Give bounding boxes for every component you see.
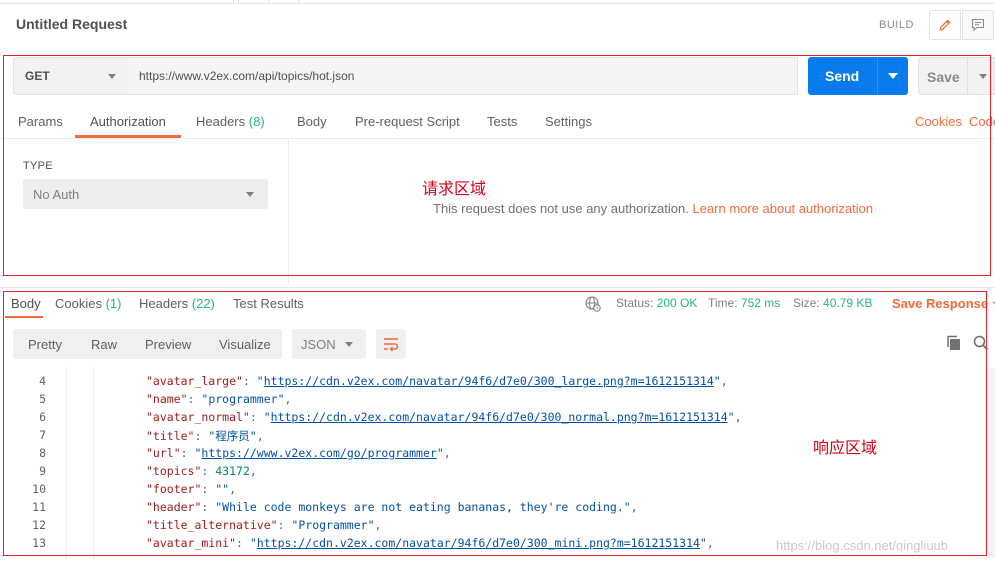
scrollbar[interactable] [987, 368, 995, 558]
tab-divider [238, 0, 239, 4]
pencil-icon [939, 19, 951, 31]
postman-window: Untitled Request BUILD GET https://www.v… [0, 0, 995, 565]
response-area-box [3, 291, 987, 556]
comments-button[interactable] [962, 10, 994, 40]
request-area-box [3, 55, 991, 276]
request-title[interactable]: Untitled Request [16, 16, 127, 32]
edit-button[interactable] [929, 10, 961, 40]
build-mode-label[interactable]: BUILD [879, 19, 914, 31]
tab-divider [268, 0, 269, 4]
comment-icon [971, 18, 985, 32]
tab-strip [0, 0, 995, 4]
response-divider [0, 287, 995, 288]
tab-divider [298, 0, 299, 4]
tab-divider [233, 0, 234, 4]
